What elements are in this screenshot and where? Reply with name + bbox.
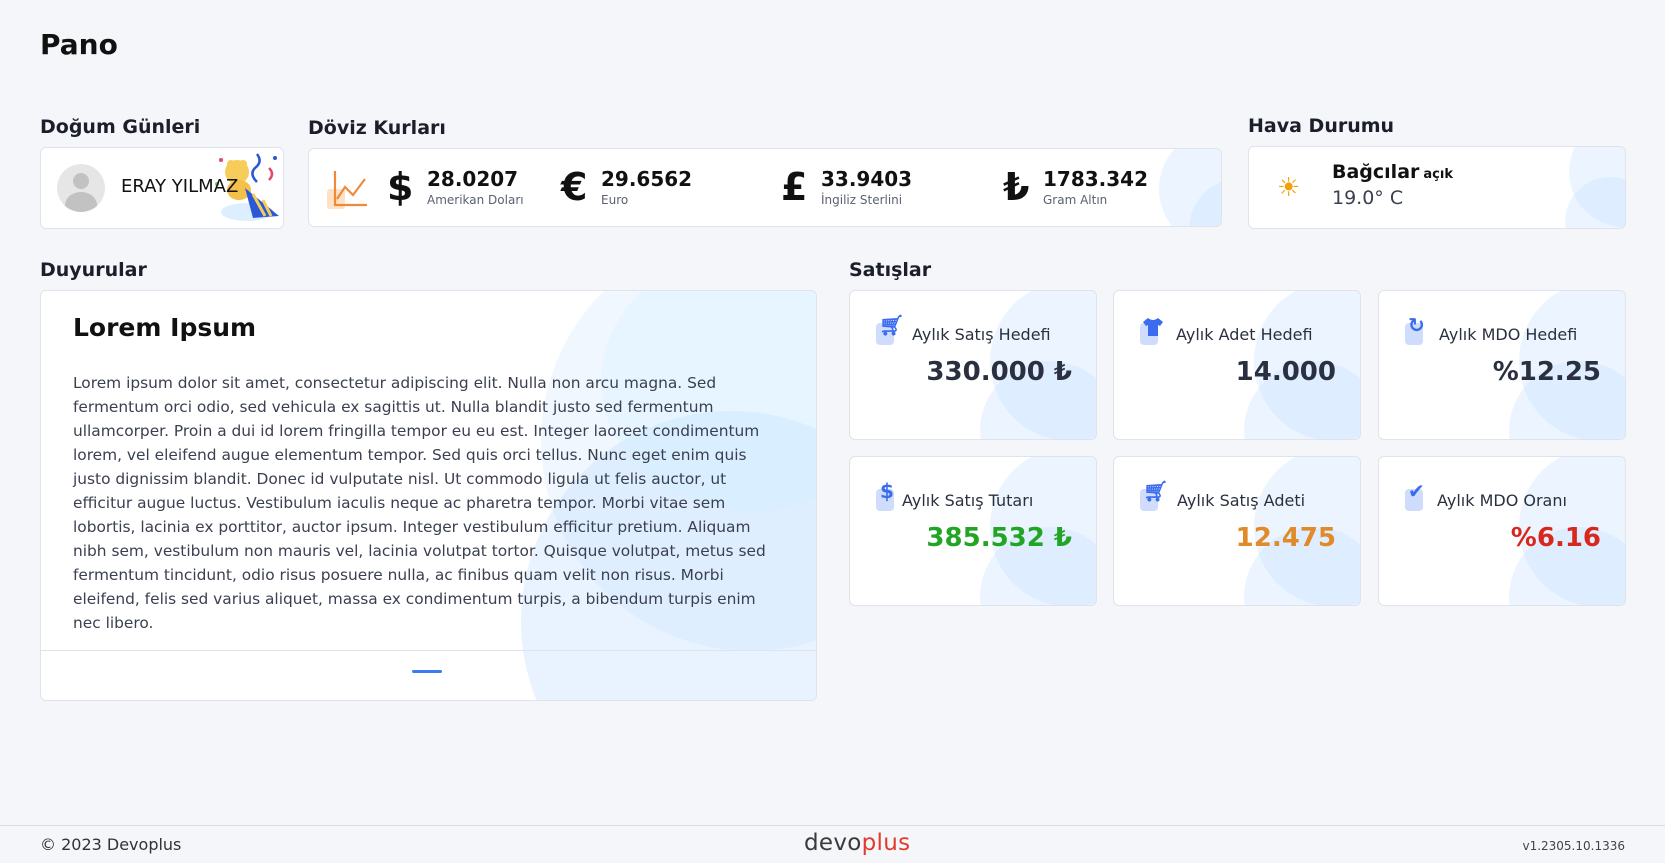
sales-label: Aylık Adet Hedefi bbox=[1176, 325, 1313, 344]
weather-title: Hava Durumu bbox=[1248, 115, 1395, 137]
sales-label: Aylık MDO Hedefi bbox=[1439, 325, 1578, 344]
birthday-card: ERAY YILMAZ bbox=[40, 147, 284, 229]
cart-icon: 🛒︎ bbox=[1140, 479, 1168, 511]
pound-icon: £ bbox=[781, 165, 808, 209]
footer: © 2023 Devoplus devoplus v1.2305.10.1336 bbox=[0, 825, 1665, 863]
dollar-icon: $ bbox=[387, 165, 414, 209]
currency-name: Amerikan Doları bbox=[427, 193, 524, 207]
shirt-icon bbox=[1140, 317, 1164, 345]
brand-logo: devoplus bbox=[804, 830, 911, 856]
sales-label: Aylık Satış Hedefi bbox=[912, 325, 1051, 344]
sales-value: 330.000 ₺ bbox=[926, 357, 1072, 387]
dollar-icon: $ bbox=[876, 479, 900, 511]
sun-icon: ☀ bbox=[1277, 173, 1301, 203]
sales-label: Aylık Satış Tutarı bbox=[902, 491, 1034, 510]
sales-title: Satışlar bbox=[849, 259, 932, 281]
currency-name: İngiliz Sterlini bbox=[821, 193, 903, 207]
weather-card: ☀ Bağcılar açık 19.0° C bbox=[1248, 146, 1626, 229]
currency-card: $ 28.0207 Amerikan Doları € 29.6562 Euro… bbox=[308, 148, 1222, 227]
weather-temperature: 19.0° C bbox=[1332, 187, 1404, 209]
currency-value: 29.6562 bbox=[601, 167, 693, 191]
euro-icon: € bbox=[561, 165, 588, 209]
chart-trend-icon bbox=[327, 171, 367, 209]
version-label: v1.2305.10.1336 bbox=[1522, 839, 1625, 853]
refresh-icon: ↻ bbox=[1405, 313, 1429, 345]
currency-value: 28.0207 bbox=[427, 167, 519, 191]
copyright: © 2023 Devoplus bbox=[40, 835, 182, 854]
sales-value: %12.25 bbox=[1492, 357, 1601, 387]
cart-icon: 🛒︎ bbox=[876, 313, 904, 345]
sales-card-monthly-quantity-target: Aylık Adet Hedefi 14.000 bbox=[1113, 290, 1361, 440]
sales-card-monthly-sales-quantity: 🛒︎ Aylık Satış Adeti 12.475 bbox=[1113, 456, 1361, 606]
lira-icon: ₺ bbox=[1003, 165, 1030, 209]
sales-label: Aylık Satış Adeti bbox=[1177, 491, 1306, 510]
sales-card-monthly-mdo-rate: ✔ Aylık MDO Oranı %6.16 bbox=[1378, 456, 1626, 606]
announcement-body: Lorem ipsum dolor sit amet, consectetur … bbox=[73, 374, 766, 632]
avatar bbox=[57, 164, 105, 212]
currency-name: Euro bbox=[601, 193, 629, 207]
carousel-footer bbox=[41, 650, 816, 700]
sales-value: 14.000 bbox=[1235, 357, 1336, 387]
sales-card-monthly-mdo-target: ↻ Aylık MDO Hedefi %12.25 bbox=[1378, 290, 1626, 440]
sales-value: 12.475 bbox=[1235, 523, 1336, 553]
currency-value: 33.9403 bbox=[821, 167, 913, 191]
city-name: Bağcılar bbox=[1332, 161, 1420, 183]
sales-value: %6.16 bbox=[1510, 523, 1601, 553]
page-title: Pano bbox=[40, 28, 118, 61]
sales-card-monthly-sales-target: 🛒︎ Aylık Satış Hedefi 330.000 ₺ bbox=[849, 290, 1097, 440]
weather-condition: açık bbox=[1423, 167, 1453, 182]
weather-city: Bağcılar açık bbox=[1332, 161, 1453, 183]
sales-card-monthly-sales-amount: $ Aylık Satış Tutarı 385.532 ₺ bbox=[849, 456, 1097, 606]
sales-label: Aylık MDO Oranı bbox=[1437, 491, 1567, 510]
check-icon: ✔ bbox=[1405, 479, 1429, 511]
birthday-person-name: ERAY YILMAZ bbox=[121, 176, 239, 197]
currency-value: 1783.342 bbox=[1043, 167, 1149, 191]
currency-title: Döviz Kurları bbox=[308, 117, 446, 139]
carousel-indicator[interactable] bbox=[412, 670, 442, 673]
birthdays-title: Doğum Günleri bbox=[40, 116, 201, 138]
sales-value: 385.532 ₺ bbox=[926, 523, 1072, 553]
announcement-title: Lorem Ipsum bbox=[73, 313, 257, 342]
announcements-title: Duyurular bbox=[40, 259, 147, 281]
announcement-card: Lorem Ipsum Lorem ipsum dolor sit amet, … bbox=[40, 290, 817, 701]
currency-name: Gram Altın bbox=[1043, 193, 1108, 207]
